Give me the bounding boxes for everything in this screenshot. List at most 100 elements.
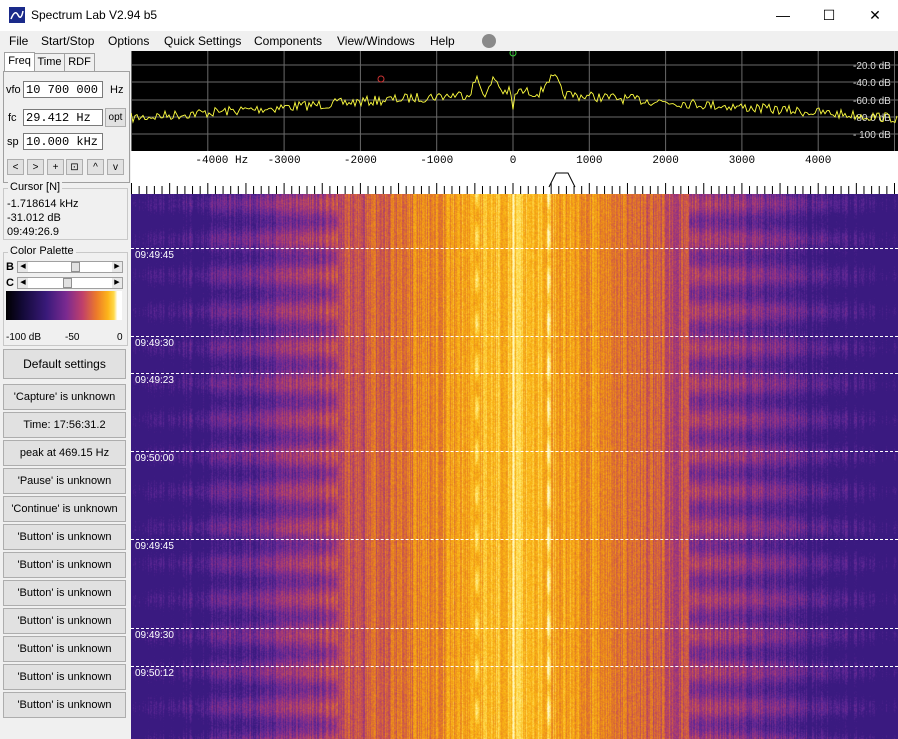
user-button-1[interactable]: 'Capture' is unknown: [3, 384, 126, 410]
spectrum-db-label: - 100 dB: [853, 130, 891, 141]
timestamp-line: [131, 628, 898, 629]
palette-mid-label: -50: [65, 332, 80, 343]
sp-field[interactable]: 10.000 kHz: [23, 133, 103, 150]
frequency-tick-label: 1000: [576, 155, 602, 167]
tab-rdf[interactable]: RDF: [64, 53, 95, 72]
minimize-button[interactable]: —: [760, 0, 806, 31]
vfo-unit: Hz: [110, 84, 124, 96]
app-icon: [9, 7, 25, 23]
frequency-tick-label: -1000: [420, 155, 453, 167]
brightness-left-arrow-icon[interactable]: ◀: [18, 262, 28, 272]
timestamp-label: 09:50:00: [135, 453, 174, 464]
spectrum-display[interactable]: -20.0 dB -40.0 dB -60.0 dB -80.0 dB - 100 dB: [131, 51, 898, 151]
spectrum-db-label: -60.0 dB: [853, 96, 891, 107]
frequency-tick-label: 4000: [805, 155, 831, 167]
zoom-in-button[interactable]: +: [47, 159, 64, 175]
title-bar: Spectrum Lab V2.94 b5 — ☐ ✕: [0, 0, 898, 31]
cursor-marker-icon: [377, 75, 385, 83]
menu-options[interactable]: Options: [108, 34, 149, 48]
vfo-label: vfo: [6, 84, 21, 96]
spectrum-db-label: -40.0 dB: [853, 78, 891, 89]
fc-options-button[interactable]: opt: [105, 108, 126, 127]
contrast-slider[interactable]: ◀ ▶: [17, 277, 123, 289]
timestamp-line: [131, 666, 898, 667]
frequency-tick-label: -2000: [344, 155, 377, 167]
window-title: Spectrum Lab V2.94 b5: [31, 8, 158, 22]
timestamp-line: [131, 248, 898, 249]
spectrum-db-label: -20.0 dB: [853, 61, 891, 72]
contrast-label: C: [6, 277, 14, 289]
user-button-6[interactable]: 'Button' is unknown: [3, 524, 126, 550]
timestamp-label: 09:49:30: [135, 338, 174, 349]
freq-tab-pane: vfo 10 700 000 Hz fc 29.412 Hz opt sp 10…: [3, 71, 130, 183]
menu-view-windows[interactable]: View/Windows: [337, 34, 415, 48]
nav-up-button[interactable]: ^: [87, 159, 104, 175]
menu-quick-settings[interactable]: Quick Settings: [164, 34, 241, 48]
nav-left-button[interactable]: <: [7, 159, 24, 175]
frequency-tick-label: 0: [510, 155, 517, 167]
cursor-group: Cursor [N] -1.718614 kHz -31.012 dB 09:4…: [3, 181, 128, 240]
frequency-tick-label: 2000: [652, 155, 678, 167]
contrast-slider-thumb[interactable]: [63, 278, 73, 288]
default-settings-button[interactable]: Default settings: [3, 349, 126, 379]
nav-down-button[interactable]: v: [107, 159, 124, 175]
user-button-3[interactable]: peak at 469.15 Hz: [3, 440, 126, 466]
status-indicator-icon: [482, 34, 496, 48]
frequency-scale-svg[interactable]: -4000 Hz -3000 -2000 -1000 0 1000 2000 3000 4000: [131, 151, 898, 194]
waterfall-display[interactable]: 09:49:45 09:49:30 09:49:23 09:50:00 09:49:45…: [131, 194, 898, 739]
waterfall-canvas[interactable]: [131, 194, 898, 739]
palette-min-label: -100 dB: [6, 332, 42, 343]
spectrum-graph[interactable]: -20.0 dB-40.0 dB-60.0 dB-80.0 dB- 100 dB: [131, 51, 898, 151]
fc-label: fc: [8, 112, 17, 124]
timestamp-label: 09:49:23: [135, 375, 174, 386]
close-button[interactable]: ✕: [852, 0, 898, 31]
timestamp-label: 09:50:12: [135, 668, 174, 679]
cursor-time: 09:49:26.9: [7, 226, 59, 238]
brightness-slider[interactable]: ◀ ▶: [17, 261, 123, 273]
palette-max-label: 0: [117, 332, 123, 343]
timestamp-line: [131, 373, 898, 374]
color-palette-bar[interactable]: [6, 291, 122, 320]
cursor-frequency: -1.718614 kHz: [7, 198, 79, 210]
tab-freq[interactable]: Freq: [4, 52, 35, 73]
frequency-tick-label: -4000 Hz: [195, 155, 248, 167]
brightness-label: B: [6, 261, 14, 273]
timestamp-line: [131, 539, 898, 540]
timestamp-label: 09:49:30: [135, 630, 174, 641]
tab-time[interactable]: Time: [34, 53, 65, 72]
fc-field[interactable]: 29.412 Hz: [23, 109, 103, 126]
brightness-right-arrow-icon[interactable]: ▶: [112, 262, 122, 272]
user-button-4[interactable]: 'Pause' is unknown: [3, 468, 126, 494]
menu-start-stop[interactable]: Start/Stop: [41, 34, 94, 48]
brightness-slider-thumb[interactable]: [70, 262, 80, 272]
contrast-right-arrow-icon[interactable]: ▶: [112, 278, 122, 288]
frequency-tick-label: -3000: [268, 155, 301, 167]
zoom-fit-button[interactable]: ⊡: [66, 159, 83, 175]
menu-help[interactable]: Help: [430, 34, 455, 48]
timestamp-label: 09:49:45: [135, 541, 174, 552]
user-button-5[interactable]: 'Continue' is unknown: [3, 496, 126, 522]
frequency-scale[interactable]: -4000 Hz -3000 -2000 -1000 0 1000 2000 3000 4000: [131, 151, 898, 194]
vfo-field[interactable]: 10 700 000: [23, 81, 103, 98]
menu-bar: File Start/Stop Options Quick Settings C…: [0, 31, 898, 51]
menu-components[interactable]: Components: [254, 34, 322, 48]
timestamp-label: 09:49:45: [135, 250, 174, 261]
color-palette-title: Color Palette: [8, 245, 76, 257]
user-button-11[interactable]: 'Button' is unknown: [3, 664, 126, 690]
frequency-tick-label: 3000: [729, 155, 755, 167]
contrast-left-arrow-icon[interactable]: ◀: [18, 278, 28, 288]
maximize-button[interactable]: ☐: [806, 0, 852, 31]
cursor-level: -31.012 dB: [7, 212, 61, 224]
timestamp-line: [131, 336, 898, 337]
sp-label: sp: [7, 136, 19, 148]
user-button-2[interactable]: Time: 17:56:31.2: [3, 412, 126, 438]
menu-file[interactable]: File: [9, 34, 28, 48]
nav-right-button[interactable]: >: [27, 159, 44, 175]
user-button-9[interactable]: 'Button' is unknown: [3, 608, 126, 634]
user-button-7[interactable]: 'Button' is unknown: [3, 552, 126, 578]
user-button-10[interactable]: 'Button' is unknown: [3, 636, 126, 662]
filter-passband-icon[interactable]: [548, 172, 576, 188]
user-button-8[interactable]: 'Button' is unknown: [3, 580, 126, 606]
user-button-12[interactable]: 'Button' is unknown: [3, 692, 126, 718]
timestamp-line: [131, 451, 898, 452]
